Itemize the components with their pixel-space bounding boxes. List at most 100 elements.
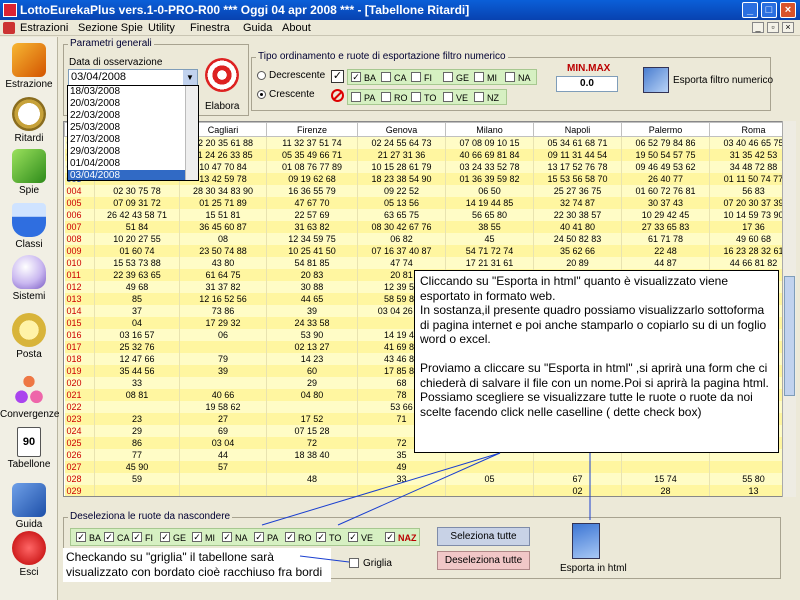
deselect-ro-check[interactable]: ✓ — [285, 532, 295, 542]
deselect-naz-check[interactable]: ✓ — [385, 532, 395, 542]
table-cell: 02 24 55 64 73 — [357, 136, 446, 149]
deselect-all-button[interactable]: Deseleziona tutte — [437, 551, 530, 570]
export-html-icon[interactable] — [572, 523, 600, 559]
include-fi-check[interactable] — [411, 72, 421, 82]
deselect-ca-check[interactable]: ✓ — [104, 532, 114, 542]
maximize-button[interactable]: □ — [761, 2, 777, 18]
export-html-label[interactable]: Esporta in html — [560, 563, 627, 574]
app-menu-icon[interactable] — [3, 22, 15, 34]
target-icon[interactable] — [205, 58, 239, 92]
minmax-value: 0.0 — [556, 76, 618, 92]
table-cell: 09 19 62 68 — [266, 172, 358, 185]
deselect-fi-check[interactable]: ✓ — [132, 532, 142, 542]
menu-sezione-spie[interactable]: Sezione Spie — [78, 22, 143, 34]
chevron-down-icon[interactable]: ▼ — [183, 70, 197, 85]
date-option-selected[interactable]: 03/04/2008 — [68, 170, 198, 180]
date-option[interactable]: 27/03/2008 — [68, 134, 198, 146]
sidebar-item-spie[interactable]: Spie — [0, 149, 58, 196]
column-header[interactable]: Genova — [357, 122, 446, 137]
table-cell — [534, 497, 622, 498]
close-button[interactable]: × — [780, 2, 796, 18]
date-select[interactable]: 03/04/2008 ▼ — [68, 69, 198, 86]
menu-estrazioni[interactable]: Estrazioni — [20, 22, 68, 34]
mdi-close-button[interactable]: × — [782, 22, 794, 33]
scroll-thumb[interactable] — [784, 276, 795, 396]
deselect-na-check[interactable]: ✓ — [222, 532, 232, 542]
table-cell: 51 — [358, 497, 446, 498]
sidebar-item-convergenze[interactable]: Convergenze — [0, 373, 59, 420]
wheel-label: NA — [518, 73, 531, 83]
column-header[interactable]: Milano — [445, 122, 534, 137]
deselect-to-check[interactable]: ✓ — [316, 532, 326, 542]
exclude-to-check[interactable] — [411, 92, 421, 102]
table-cell: 23 — [94, 412, 180, 425]
menu-finestra[interactable]: Finestra — [190, 22, 230, 34]
date-dropdown-list[interactable]: 18/03/2008 20/03/2008 22/03/2008 25/03/2… — [67, 85, 199, 181]
date-option[interactable]: 01/04/2008 — [68, 158, 198, 170]
deselect-ve-check[interactable]: ✓ — [348, 532, 358, 542]
export-filter-label[interactable]: Esporta filtro numerico — [673, 75, 773, 86]
column-header[interactable]: Napoli — [533, 122, 622, 137]
sidebar-item-sistemi[interactable]: Sistemi — [0, 255, 58, 302]
exclude-ro-check[interactable] — [381, 92, 391, 102]
table-row: 010 15 53 73 88 43 80 54 81 85 47 74 17 21 31… — [64, 256, 795, 269]
column-header[interactable]: Firenze — [266, 122, 358, 137]
sidebar-item-classi[interactable]: Classi — [0, 203, 58, 250]
table-cell: 05 13 56 — [357, 196, 446, 209]
exclude-nz-check[interactable] — [474, 92, 484, 102]
sidebar-item-posta[interactable]: Posta — [0, 313, 58, 360]
table-cell: 15 53 56 58 70 — [533, 172, 622, 185]
elabora-label[interactable]: Elabora — [205, 101, 239, 112]
radio-crescente[interactable] — [257, 90, 266, 99]
table-cell: 38 55 — [445, 220, 534, 233]
sidebar-item-tabellone[interactable]: 90 Tabellone — [0, 427, 58, 470]
minimize-button[interactable]: _ — [742, 2, 758, 18]
menu-guida[interactable]: Guida — [243, 22, 272, 34]
deselect-ba-check[interactable]: ✓ — [76, 532, 86, 542]
date-option[interactable]: 22/03/2008 — [68, 110, 198, 122]
include-mi-check[interactable] — [474, 72, 484, 82]
exclude-ve-check[interactable] — [443, 92, 453, 102]
include-ba-check[interactable]: ✓ — [351, 72, 361, 82]
include-na-check[interactable] — [505, 72, 515, 82]
include-ge-check[interactable] — [443, 72, 453, 82]
date-option[interactable]: 25/03/2008 — [68, 122, 198, 134]
table-cell: 20 89 — [533, 256, 622, 269]
sidebar-item-estrazione[interactable]: Estrazione — [0, 43, 58, 90]
griglia-note: Checkando su "griglia" il tabellone sarà… — [63, 548, 331, 582]
exclude-pa-check[interactable] — [351, 92, 361, 102]
table-cell: 04 — [94, 316, 180, 329]
crescente-label: Crescente — [269, 89, 315, 100]
date-option[interactable]: 20/03/2008 — [68, 98, 198, 110]
table-cell: 06 82 — [357, 232, 446, 245]
table-cell: 06 50 — [445, 184, 534, 197]
export-filter-icon[interactable] — [643, 67, 669, 93]
griglia-checkbox[interactable] — [349, 558, 359, 568]
sidebar-item-esci[interactable]: Esci — [0, 531, 58, 578]
date-option[interactable]: 29/03/2008 — [68, 146, 198, 158]
deselect-mi-check[interactable]: ✓ — [192, 532, 202, 542]
mdi-restore-button[interactable]: ▫ — [767, 22, 779, 33]
sidebar-item-ritardi[interactable]: Ritardi — [0, 97, 58, 144]
table-cell: 22 30 38 57 — [533, 208, 622, 221]
date-option[interactable]: 18/03/2008 — [68, 86, 198, 98]
dropdown-scrollbar[interactable] — [185, 86, 198, 180]
select-all-button[interactable]: Seleziona tutte — [437, 527, 530, 546]
deselect-ge-check[interactable]: ✓ — [160, 532, 170, 542]
table-cell: 14 19 44 85 — [445, 196, 534, 209]
menu-about[interactable]: About — [282, 22, 311, 34]
column-header[interactable]: Palermo — [621, 122, 710, 137]
calendar-icon: 90 — [17, 427, 41, 457]
table-scrollbar[interactable] — [782, 121, 796, 497]
deselect-pa-check[interactable]: ✓ — [254, 532, 264, 542]
table-cell: 33 — [94, 376, 180, 389]
exclude-icon[interactable] — [331, 89, 344, 102]
sidebar-item-guida[interactable]: Guida — [0, 483, 58, 530]
include-ca-check[interactable] — [381, 72, 391, 82]
table-cell: 28 — [621, 484, 710, 496]
menu-utility[interactable]: Utility — [148, 22, 175, 34]
radio-decrescente[interactable] — [257, 71, 266, 80]
mdi-minimize-button[interactable]: _ — [752, 22, 764, 33]
table-cell: 47 67 70 — [266, 196, 358, 209]
include-check-icon[interactable]: ✓ — [331, 70, 344, 83]
